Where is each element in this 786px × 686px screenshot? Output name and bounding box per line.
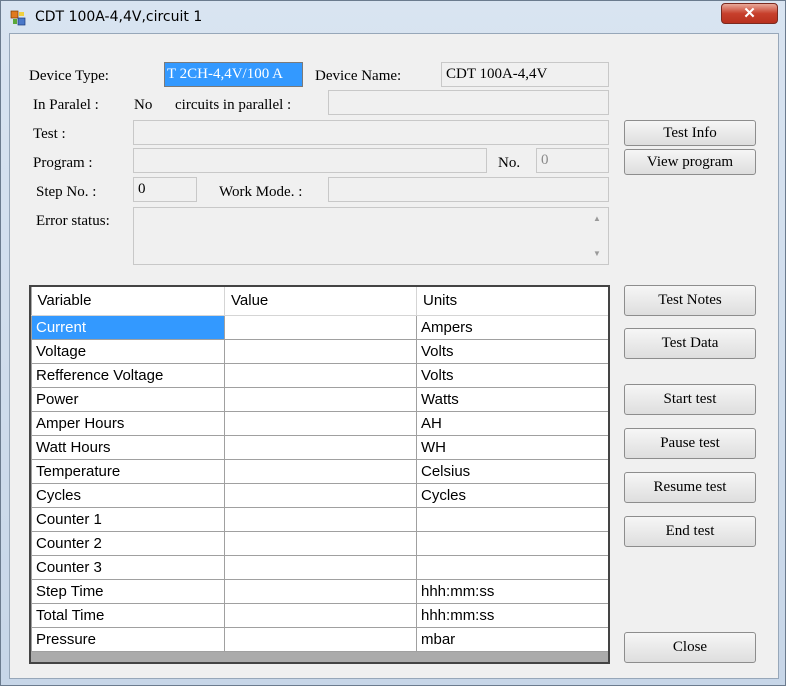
close-button[interactable]: Close — [624, 632, 756, 663]
table-row[interactable]: Watt Hours WH — [31, 434, 608, 460]
units-cell[interactable]: mbar — [416, 626, 608, 652]
units-cell[interactable] — [416, 506, 608, 532]
device-name-label: Device Name: — [315, 68, 402, 84]
variable-cell[interactable]: Amper Hours — [31, 410, 225, 436]
value-cell[interactable] — [224, 458, 417, 484]
value-cell[interactable] — [224, 386, 417, 412]
table-row[interactable]: Amper Hours AH — [31, 410, 608, 436]
program-field[interactable] — [133, 148, 487, 173]
table-row[interactable]: Step Time hhh:mm:ss — [31, 578, 608, 604]
table-row[interactable]: Current Ampers — [31, 314, 608, 340]
view-program-button[interactable]: View program — [624, 149, 756, 175]
table-row[interactable]: Voltage Volts — [31, 338, 608, 364]
column-header-units[interactable]: Units — [416, 287, 608, 316]
units-cell[interactable]: Watts — [416, 386, 608, 412]
scroll-down-icon[interactable]: ▼ — [590, 249, 604, 259]
device-type-field[interactable]: T 2CH-4,4V/100 A — [164, 62, 303, 87]
table-row[interactable]: Cycles Cycles — [31, 482, 608, 508]
close-icon: ✕ — [743, 5, 756, 22]
value-cell[interactable] — [224, 602, 417, 628]
value-cell[interactable] — [224, 530, 417, 556]
column-header-value[interactable]: Value — [224, 287, 417, 316]
variable-cell[interactable]: Total Time — [31, 602, 225, 628]
scroll-up-icon[interactable]: ▲ — [590, 214, 604, 224]
app-icon — [10, 10, 26, 26]
variable-cell[interactable]: Power — [31, 386, 225, 412]
column-header-variable[interactable]: Variable — [31, 287, 225, 316]
value-cell[interactable] — [224, 554, 417, 580]
program-label: Program : — [33, 155, 93, 171]
units-cell[interactable] — [416, 554, 608, 580]
step-no-field[interactable]: 0 — [133, 177, 197, 202]
table-row[interactable]: Refference Voltage Volts — [31, 362, 608, 388]
value-cell[interactable] — [224, 626, 417, 652]
table-row[interactable]: Counter 2 — [31, 530, 608, 556]
test-notes-button[interactable]: Test Notes — [624, 285, 756, 316]
error-status-textarea[interactable] — [133, 207, 609, 265]
work-mode-label: Work Mode. : — [219, 184, 303, 200]
in-paralel-label: In Paralel : — [33, 97, 99, 113]
resume-test-button[interactable]: Resume test — [624, 472, 756, 503]
units-cell[interactable]: Ampers — [416, 314, 608, 340]
variable-cell[interactable]: Watt Hours — [31, 434, 225, 460]
variables-grid[interactable]: Variable Value Units Current Ampers Voltag… — [29, 285, 610, 664]
table-row[interactable]: Pressure mbar — [31, 626, 608, 652]
units-cell[interactable]: WH — [416, 434, 608, 460]
table-row[interactable]: Power Watts — [31, 386, 608, 412]
value-cell[interactable] — [224, 338, 417, 364]
step-no-label: Step No. : — [36, 184, 97, 200]
circuits-parallel-label: circuits in parallel : — [175, 97, 292, 113]
window-title: CDT 100A-4,4V,circuit 1 — [35, 9, 203, 25]
value-cell[interactable] — [224, 314, 417, 340]
value-cell[interactable] — [224, 410, 417, 436]
value-cell[interactable] — [224, 434, 417, 460]
units-cell[interactable]: Celsius — [416, 458, 608, 484]
pause-test-button[interactable]: Pause test — [624, 428, 756, 459]
work-mode-field[interactable] — [328, 177, 609, 202]
no-field[interactable]: 0 — [536, 148, 609, 173]
variable-cell[interactable]: Temperature — [31, 458, 225, 484]
units-cell[interactable]: hhh:mm:ss — [416, 578, 608, 604]
variable-cell[interactable]: Cycles — [31, 482, 225, 508]
table-row[interactable]: Temperature Celsius — [31, 458, 608, 484]
value-cell[interactable] — [224, 578, 417, 604]
end-test-button[interactable]: End test — [624, 516, 756, 547]
test-field[interactable] — [133, 120, 609, 145]
device-type-label: Device Type: — [29, 68, 109, 84]
units-cell[interactable] — [416, 530, 608, 556]
test-label: Test : — [33, 126, 66, 142]
test-info-button[interactable]: Test Info — [624, 120, 756, 146]
no-label: No. — [498, 155, 521, 171]
units-cell[interactable]: Volts — [416, 338, 608, 364]
variable-cell[interactable]: Counter 1 — [31, 506, 225, 532]
variable-cell[interactable]: Voltage — [31, 338, 225, 364]
units-cell[interactable]: hhh:mm:ss — [416, 602, 608, 628]
units-cell[interactable]: AH — [416, 410, 608, 436]
value-cell[interactable] — [224, 362, 417, 388]
units-cell[interactable]: Cycles — [416, 482, 608, 508]
variable-cell[interactable]: Counter 2 — [31, 530, 225, 556]
start-test-button[interactable]: Start test — [624, 384, 756, 415]
circuits-parallel-field[interactable] — [328, 90, 609, 115]
variable-cell[interactable]: Refference Voltage — [31, 362, 225, 388]
variable-cell[interactable]: Step Time — [31, 578, 225, 604]
variable-cell[interactable]: Counter 3 — [31, 554, 225, 580]
table-row[interactable]: Counter 3 — [31, 554, 608, 580]
in-paralel-value: No — [134, 97, 153, 113]
title-bar[interactable]: CDT 100A-4,4V,circuit 1 ✕ — [1, 1, 785, 33]
units-cell[interactable]: Volts — [416, 362, 608, 388]
test-data-button[interactable]: Test Data — [624, 328, 756, 359]
window-close-button[interactable]: ✕ — [721, 3, 778, 24]
value-cell[interactable] — [224, 506, 417, 532]
error-status-label: Error status: — [36, 213, 110, 229]
variable-cell[interactable]: Pressure — [31, 626, 225, 652]
table-row[interactable]: Counter 1 — [31, 506, 608, 532]
table-row[interactable]: Total Time hhh:mm:ss — [31, 602, 608, 628]
variable-cell[interactable]: Current — [31, 314, 225, 340]
value-cell[interactable] — [224, 482, 417, 508]
device-name-field[interactable]: CDT 100A-4,4V — [441, 62, 609, 87]
